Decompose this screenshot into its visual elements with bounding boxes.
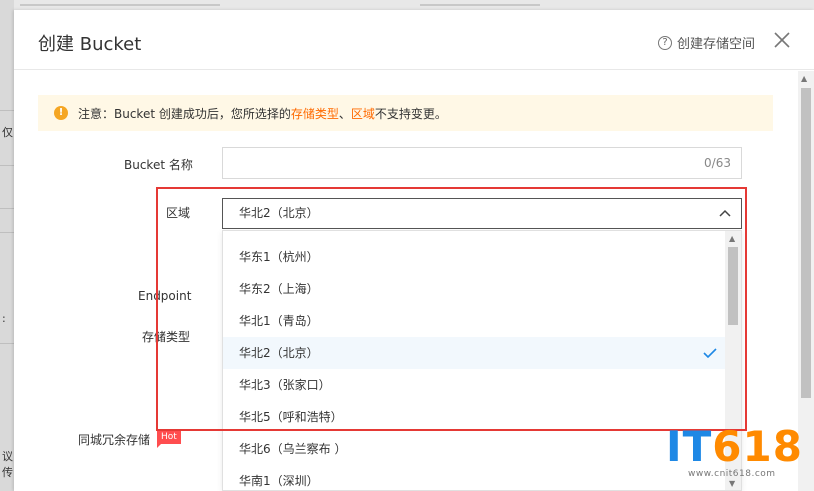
notice-prefix: 注意：Bucket 创建成功后，您所选择的 — [78, 106, 291, 121]
background-divider — [0, 208, 14, 209]
background-top-strip — [0, 0, 814, 10]
notice-separator: 、 — [338, 106, 351, 121]
background-text: 传 — [2, 466, 13, 479]
watermark-it: IT — [666, 422, 713, 471]
close-icon[interactable] — [772, 30, 792, 50]
watermark-number: 618 — [712, 422, 803, 471]
background-divider — [0, 232, 14, 233]
scrollbar-thumb[interactable] — [801, 88, 811, 398]
help-link[interactable]: ? 创建存储空间 — [658, 33, 755, 52]
notice-highlight-region: 区域 — [350, 106, 375, 121]
watermark-url: www.cnit618.com — [688, 469, 776, 479]
redundancy-label: 同城冗余存储 — [78, 433, 151, 447]
warning-notice: ! 注意：Bucket 创建成功后，您所选择的 存储类型 、 区域 不支持变更。 — [38, 95, 773, 131]
hot-badge: Hot — [157, 431, 181, 448]
warning-icon: ! — [54, 106, 68, 120]
background-divider — [420, 4, 540, 6]
dialog-title: 创建 Bucket — [38, 34, 142, 55]
help-link-label: 创建存储空间 — [677, 37, 756, 52]
region-option-label: 华南1（深圳） — [239, 474, 319, 488]
watermark-text: IT618 — [666, 424, 803, 470]
bucket-name-input[interactable]: 0/63 — [222, 147, 742, 179]
background-divider — [0, 343, 14, 344]
region-option[interactable]: 华南1（深圳） — [223, 465, 725, 490]
background-page: 仅 : 议 传 — [0, 0, 14, 491]
background-divider — [0, 165, 14, 166]
background-text: : — [2, 312, 6, 325]
dialog-header: 创建 Bucket ? 创建存储空间 — [14, 10, 814, 70]
scroll-up-icon[interactable]: ▲ — [801, 74, 807, 83]
background-text: 仅 — [2, 126, 13, 139]
region-option[interactable]: 华北6（乌兰察布 ） — [223, 433, 725, 465]
notice-highlight-storage-type: 存储类型 — [290, 106, 339, 121]
notice-suffix: 不支持变更。 — [374, 106, 447, 121]
region-option-label: 华北6（乌兰察布 ） — [239, 442, 347, 456]
background-divider — [0, 110, 14, 111]
question-icon: ? — [658, 35, 672, 50]
bucket-name-label: Bucket 名称 — [124, 158, 193, 172]
watermark-logo: IT618 www.cnit618.com — [666, 424, 802, 484]
char-counter: 0/63 — [704, 156, 731, 170]
background-divider — [20, 4, 220, 6]
background-text: 议 — [2, 450, 13, 463]
highlight-annotation-box — [156, 187, 747, 431]
